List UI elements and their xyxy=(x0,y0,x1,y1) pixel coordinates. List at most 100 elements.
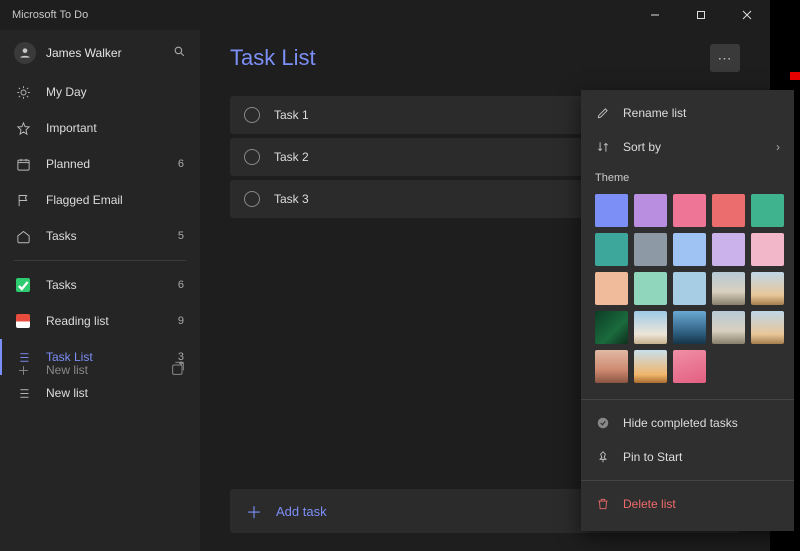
theme-swatch[interactable] xyxy=(595,311,628,344)
sun-icon xyxy=(14,83,32,101)
sidebar-item-label: Important xyxy=(46,121,184,135)
minimize-button[interactable] xyxy=(632,0,678,30)
theme-swatch[interactable] xyxy=(595,233,628,266)
theme-swatch[interactable] xyxy=(634,350,667,383)
add-task-placeholder: Add task xyxy=(276,504,327,519)
add-list-row[interactable]: New list + xyxy=(0,353,200,387)
menu-label: Rename list xyxy=(623,106,686,120)
theme-swatch[interactable] xyxy=(634,272,667,305)
annotation-arrow xyxy=(790,64,800,88)
sidebar-item-label: My Day xyxy=(46,85,184,99)
home-icon xyxy=(14,227,32,245)
sidebar-item-label: New list xyxy=(46,386,184,400)
sidebar-item-label: Reading list xyxy=(46,314,178,328)
theme-swatches xyxy=(581,190,794,393)
theme-swatch[interactable] xyxy=(673,194,706,227)
sidebar-item-label: Flagged Email xyxy=(46,193,184,207)
menu-separator xyxy=(581,480,794,481)
svg-text:+: + xyxy=(179,361,183,367)
theme-swatch[interactable] xyxy=(712,311,745,344)
plus-icon: ＋ xyxy=(246,499,262,523)
profile-row[interactable]: James Walker xyxy=(0,36,200,74)
theme-swatch[interactable] xyxy=(751,272,784,305)
theme-swatch[interactable] xyxy=(751,311,784,344)
sidebar-item-count: 9 xyxy=(178,315,186,327)
theme-swatch[interactable] xyxy=(673,233,706,266)
theme-swatch[interactable] xyxy=(712,272,745,305)
list-color-icon xyxy=(14,312,32,330)
pin-icon xyxy=(595,449,611,465)
close-button[interactable] xyxy=(724,0,770,30)
calendar-icon xyxy=(14,155,32,173)
theme-swatch[interactable] xyxy=(673,311,706,344)
theme-swatch[interactable] xyxy=(595,350,628,383)
smart-lists: My Day Important Planned 6 Flagged Email xyxy=(0,74,200,254)
check-circle-icon xyxy=(595,415,611,431)
theme-swatch[interactable] xyxy=(673,272,706,305)
menu-delete[interactable]: Delete list xyxy=(581,487,794,521)
list-options-button[interactable]: ⋯ xyxy=(710,44,740,72)
menu-label: Delete list xyxy=(623,497,676,511)
theme-swatch[interactable] xyxy=(595,272,628,305)
app-title: Microsoft To Do xyxy=(12,9,88,21)
menu-hide-completed[interactable]: Hide completed tasks xyxy=(581,406,794,440)
theme-heading: Theme xyxy=(581,164,794,190)
theme-swatch[interactable] xyxy=(595,194,628,227)
list-color-icon xyxy=(14,276,32,294)
sort-icon xyxy=(595,139,611,155)
avatar xyxy=(14,42,36,64)
task-checkbox[interactable] xyxy=(244,149,260,165)
task-title: Task 2 xyxy=(274,150,309,164)
sidebar-item-flagged[interactable]: Flagged Email xyxy=(0,182,200,218)
app-window: Microsoft To Do James Walker xyxy=(0,0,770,551)
star-icon xyxy=(14,119,32,137)
sidebar-item-planned[interactable]: Planned 6 xyxy=(0,146,200,182)
menu-label: Pin to Start xyxy=(623,450,682,464)
task-title: Task 3 xyxy=(274,192,309,206)
plus-icon xyxy=(14,361,32,379)
theme-swatch[interactable] xyxy=(634,233,667,266)
add-group-icon[interactable]: + xyxy=(170,361,186,380)
task-title: Task 1 xyxy=(274,108,309,122)
search-icon[interactable] xyxy=(173,45,186,61)
sidebar-item-important[interactable]: Important xyxy=(0,110,200,146)
pencil-icon xyxy=(595,105,611,121)
menu-sort[interactable]: Sort by › xyxy=(581,130,794,164)
menu-separator xyxy=(581,399,794,400)
main-header: Task List ⋯ xyxy=(230,44,740,72)
profile-name: James Walker xyxy=(46,46,173,60)
trash-icon xyxy=(595,496,611,512)
sidebar-item-count: 6 xyxy=(178,279,186,291)
chevron-right-icon: › xyxy=(776,140,780,154)
maximize-button[interactable] xyxy=(678,0,724,30)
theme-swatch[interactable] xyxy=(634,311,667,344)
main-pane: Task List ⋯ Task 1 Task 2 Task 3 ＋ xyxy=(200,30,770,551)
sidebar-divider xyxy=(14,260,186,261)
menu-label: Sort by xyxy=(623,140,661,154)
sidebar-item-label: Tasks xyxy=(46,229,178,243)
list-title[interactable]: Task List xyxy=(230,45,710,71)
theme-swatch[interactable] xyxy=(751,233,784,266)
menu-pin[interactable]: Pin to Start xyxy=(581,440,794,474)
task-checkbox[interactable] xyxy=(244,191,260,207)
sidebar-list-reading[interactable]: Reading list 9 xyxy=(0,303,200,339)
window-controls xyxy=(632,0,770,30)
sidebar-item-label: Tasks xyxy=(46,278,178,292)
menu-rename[interactable]: Rename list xyxy=(581,96,794,130)
sidebar: James Walker My Day Important xyxy=(0,30,200,551)
theme-swatch[interactable] xyxy=(673,350,706,383)
theme-swatch[interactable] xyxy=(751,194,784,227)
add-list-label: New list xyxy=(46,363,88,377)
flag-icon xyxy=(14,191,32,209)
sidebar-item-myday[interactable]: My Day xyxy=(0,74,200,110)
list-options-menu: Rename list Sort by › Theme Hide complet… xyxy=(581,90,794,531)
sidebar-list-tasks[interactable]: Tasks 6 xyxy=(0,267,200,303)
theme-swatch[interactable] xyxy=(634,194,667,227)
theme-swatch[interactable] xyxy=(712,233,745,266)
sidebar-item-label: Planned xyxy=(46,157,178,171)
custom-lists: Tasks 6 Reading list 9 Task List 3 New l… xyxy=(0,267,200,411)
theme-swatch[interactable] xyxy=(712,194,745,227)
sidebar-item-count: 6 xyxy=(178,158,186,170)
task-checkbox[interactable] xyxy=(244,107,260,123)
sidebar-item-tasks[interactable]: Tasks 5 xyxy=(0,218,200,254)
